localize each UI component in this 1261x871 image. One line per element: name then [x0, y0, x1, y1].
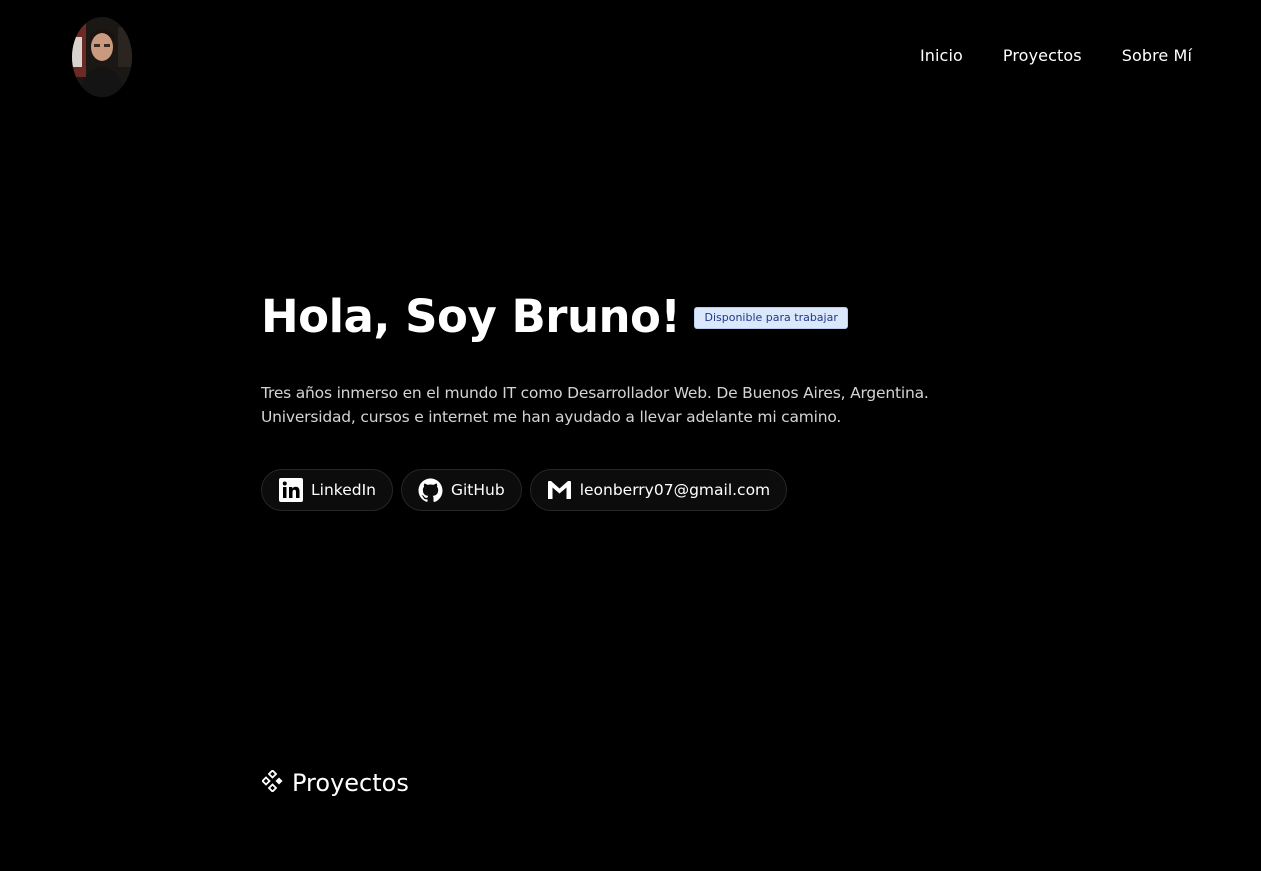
page: Inicio Proyectos Sobre Mí Hola, Soy Brun… [0, 0, 1261, 871]
title-row: Hola, Soy Bruno! Disponible para trabaja… [261, 288, 1021, 346]
social-links: LinkedIn GitHub leonberry07@gmail.com [261, 469, 1021, 511]
linkedin-label: LinkedIn [311, 481, 376, 499]
github-icon [418, 478, 443, 503]
bio-line-1: Tres años inmerso en el mundo IT como De… [261, 384, 929, 402]
bio-line-2: Universidad, cursos e internet me han ay… [261, 408, 842, 426]
linkedin-button[interactable]: LinkedIn [261, 469, 393, 511]
bio: Tres años inmerso en el mundo IT como De… [261, 381, 961, 429]
availability-badge: Disponible para trabajar [694, 307, 848, 329]
projects-title: Proyectos [292, 769, 409, 797]
gmail-icon [547, 478, 572, 503]
hero-section: Hola, Soy Bruno! Disponible para trabaja… [261, 288, 1021, 511]
code-diamond-icon [261, 769, 284, 796]
site-header: Inicio Proyectos Sobre Mí [0, 0, 1261, 112]
nav-proyectos[interactable]: Proyectos [1003, 45, 1082, 67]
projects-heading: Proyectos [261, 768, 409, 798]
hero-title: Hola, Soy Bruno! [261, 290, 681, 343]
nav-sobre-mi[interactable]: Sobre Mí [1122, 45, 1192, 67]
linkedin-icon [278, 478, 303, 503]
email-label: leonberry07@gmail.com [579, 481, 771, 499]
avatar-photo [72, 17, 132, 97]
main-nav: Inicio Proyectos Sobre Mí [920, 45, 1192, 67]
avatar[interactable] [72, 17, 132, 97]
nav-inicio[interactable]: Inicio [920, 45, 963, 67]
github-label: GitHub [450, 481, 505, 499]
email-button[interactable]: leonberry07@gmail.com [529, 469, 788, 511]
github-button[interactable]: GitHub [400, 469, 522, 511]
